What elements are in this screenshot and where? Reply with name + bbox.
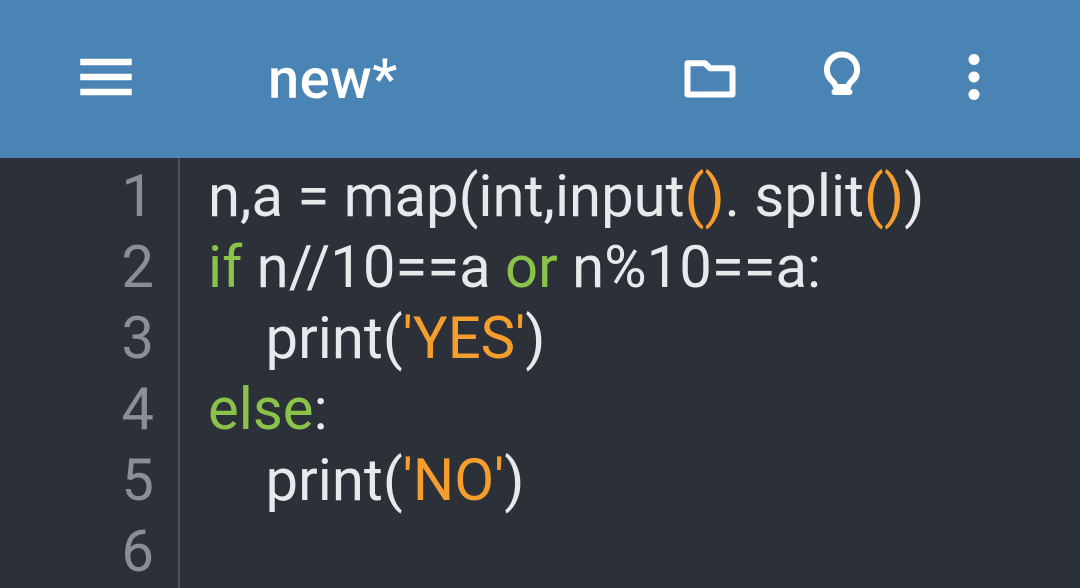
code-token: ): [504, 447, 524, 515]
code-line[interactable]: print('YES'): [208, 304, 1080, 375]
more-button[interactable]: [940, 45, 1008, 113]
line-number: 1: [0, 162, 154, 233]
code-token: :: [314, 376, 328, 444]
line-number: 5: [0, 446, 154, 517]
code-editor[interactable]: 1 2 3 4 5 6 n,a = map(int,input(). split…: [0, 158, 1080, 588]
code-token: n%10==a:: [558, 234, 821, 302]
folder-icon: [680, 47, 740, 111]
code-token: print(: [208, 305, 403, 373]
more-vert-icon: [944, 47, 1004, 111]
line-number: 4: [0, 375, 154, 446]
code-token: ): [525, 305, 545, 373]
code-token: print(: [208, 447, 403, 515]
code-token: 'YES': [403, 305, 526, 373]
line-number: 6: [0, 517, 154, 588]
toolbar: new*: [0, 0, 1080, 158]
file-title: new*: [268, 46, 644, 112]
code-token: (): [864, 163, 904, 231]
code-token: if: [208, 234, 242, 302]
hint-button[interactable]: [808, 45, 876, 113]
code-area[interactable]: n,a = map(int,input(). split())if n//10=…: [180, 158, 1080, 588]
code-token: n//10==a: [242, 234, 505, 302]
code-token: or: [505, 234, 558, 302]
code-line[interactable]: n,a = map(int,input(). split()): [208, 162, 1080, 233]
hamburger-icon: [76, 47, 136, 111]
line-number: 2: [0, 233, 154, 304]
code-token: n,a = map(int,input: [208, 163, 685, 231]
code-line[interactable]: if n//10==a or n%10==a:: [208, 233, 1080, 304]
line-number-gutter: 1 2 3 4 5 6: [0, 158, 180, 588]
lightbulb-icon: [812, 47, 872, 111]
line-number: 3: [0, 304, 154, 375]
menu-button[interactable]: [72, 45, 140, 113]
code-token: (): [685, 163, 725, 231]
code-line[interactable]: else:: [208, 375, 1080, 446]
code-token: . split: [725, 163, 864, 231]
code-line[interactable]: print('NO'): [208, 446, 1080, 517]
code-token: ): [904, 163, 924, 231]
open-folder-button[interactable]: [676, 45, 744, 113]
code-token: else: [208, 376, 314, 444]
code-line[interactable]: [208, 517, 1080, 588]
code-token: 'NO': [403, 447, 505, 515]
